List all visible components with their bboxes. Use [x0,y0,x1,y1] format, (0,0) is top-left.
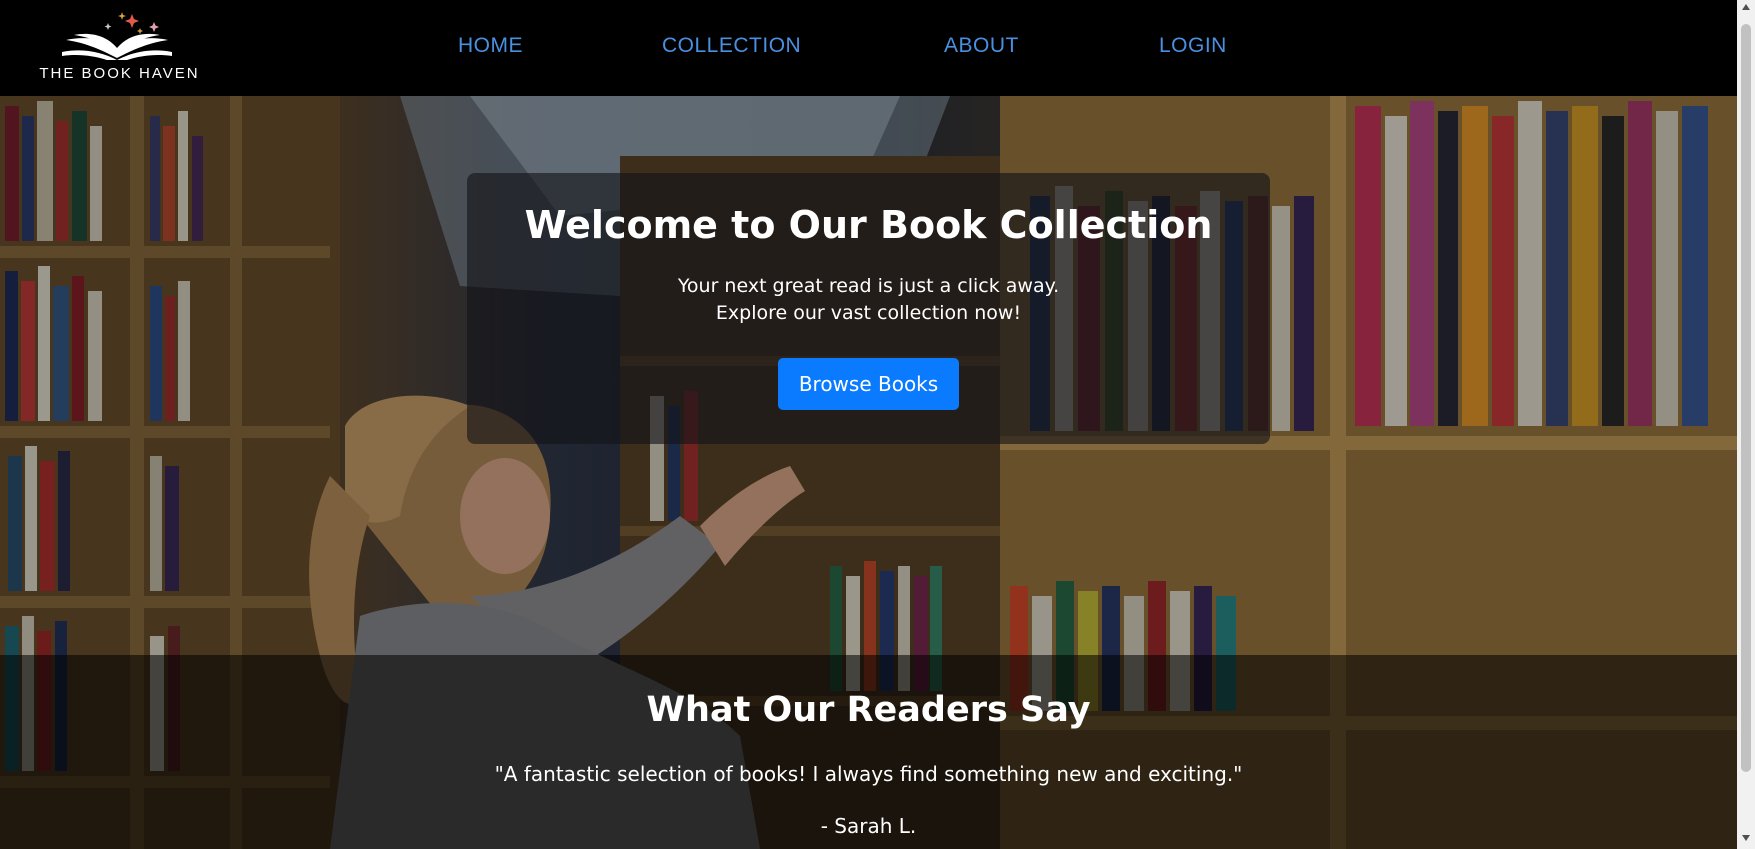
welcome-title: Welcome to Our Book Collection [524,203,1213,247]
nav-home[interactable]: HOME [458,34,523,58]
nav-collection[interactable]: COLLECTION [662,34,801,58]
scroll-down-arrow-icon[interactable] [1742,835,1750,841]
brand-name: THE BOOK HAVEN [39,65,200,82]
scroll-up-arrow-icon[interactable] [1742,4,1750,10]
welcome-card: Welcome to Our Book Collection Your next… [467,173,1270,444]
scrollbar-thumb[interactable] [1741,24,1751,772]
brand-logo[interactable]: THE BOOK HAVEN [30,8,205,88]
welcome-subtitle-line-1: Your next great read is just a click awa… [677,275,1060,297]
site-header: THE BOOK HAVEN HOME COLLECTION ABOUT LOG… [0,0,1737,96]
testimonial-author: - Sarah L. [820,814,917,838]
nav-about[interactable]: ABOUT [944,34,1019,58]
testimonials-section: What Our Readers Say "A fantastic select… [0,655,1737,849]
page-scrollbar[interactable] [1737,0,1755,849]
welcome-subtitle-line-2: Explore our vast collection now! [715,302,1022,324]
testimonial-quote: "A fantastic selection of books! I alway… [494,762,1243,786]
open-book-icon [62,12,172,60]
testimonials-title: What Our Readers Say [646,690,1091,730]
browse-books-button[interactable]: Browse Books [778,358,959,410]
nav-login[interactable]: LOGIN [1159,34,1227,58]
